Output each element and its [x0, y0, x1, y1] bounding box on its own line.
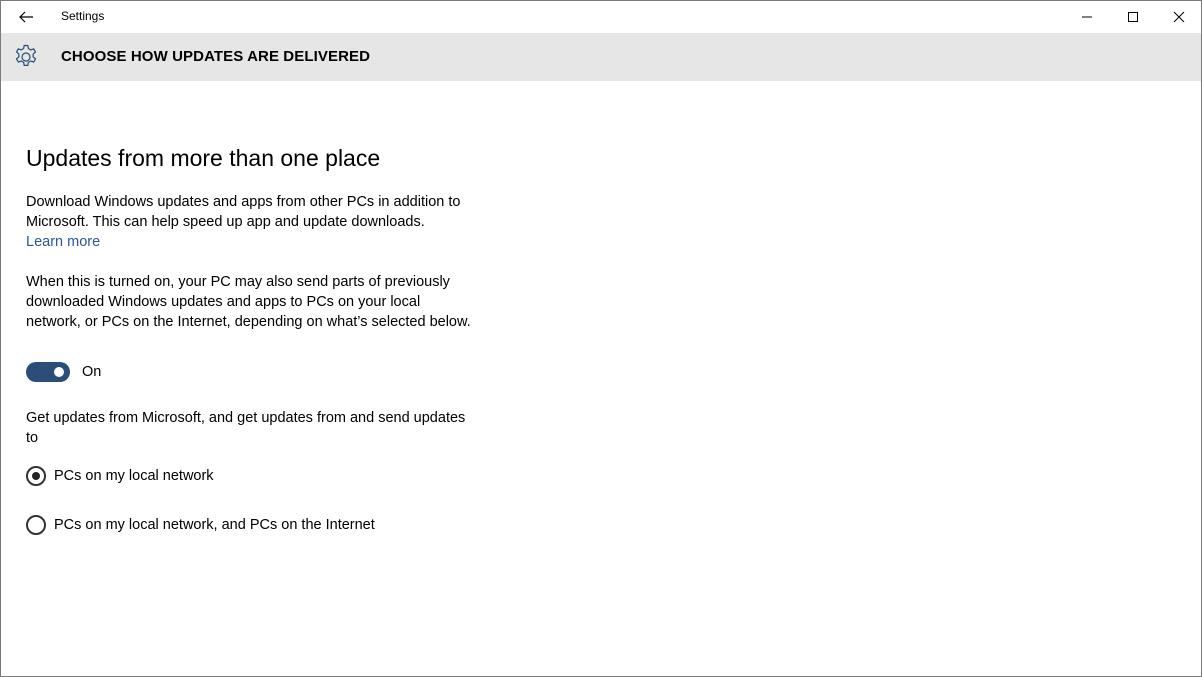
- minimize-icon: [1082, 16, 1092, 18]
- close-icon: [1173, 11, 1185, 23]
- title-bar: Settings: [1, 1, 1201, 33]
- app-title: Settings: [61, 9, 105, 23]
- delivery-optimization-toggle-row: On: [26, 362, 101, 382]
- radio-dot: [32, 472, 40, 480]
- learn-more-link[interactable]: Learn more: [26, 232, 100, 252]
- section-heading: Updates from more than one place: [26, 145, 381, 171]
- back-button[interactable]: [5, 1, 47, 33]
- page-title: CHOOSE HOW UPDATES ARE DELIVERED: [61, 48, 371, 65]
- radio-button-selected[interactable]: [26, 466, 46, 486]
- radio-label: PCs on my local network, and PCs on the …: [54, 517, 375, 533]
- settings-window: Settings CHOOSE HOW UPDATES ARE DELIVERE…: [0, 0, 1202, 677]
- description-text: Download Windows updates and apps from o…: [26, 194, 461, 230]
- radio-option-local-and-internet[interactable]: PCs on my local network, and PCs on the …: [26, 515, 375, 535]
- page-header: CHOOSE HOW UPDATES ARE DELIVERED: [1, 33, 1201, 81]
- toggle-knob: [54, 367, 64, 377]
- close-button[interactable]: [1156, 1, 1201, 33]
- radio-button-unselected[interactable]: [26, 515, 46, 535]
- back-arrow-icon: [19, 11, 33, 23]
- maximize-button[interactable]: [1110, 1, 1156, 33]
- toggle-description-text: When this is turned on, your PC may also…: [26, 274, 471, 330]
- toggle-state-label: On: [82, 364, 102, 380]
- minimize-button[interactable]: [1064, 1, 1110, 33]
- gear-icon: [15, 44, 37, 66]
- delivery-optimization-toggle[interactable]: [26, 362, 70, 382]
- maximize-icon: [1128, 12, 1138, 22]
- radio-option-local-network[interactable]: PCs on my local network: [26, 466, 214, 486]
- radio-label: PCs on my local network: [54, 468, 214, 484]
- options-intro-text: Get updates from Microsoft, and get upda…: [26, 410, 466, 446]
